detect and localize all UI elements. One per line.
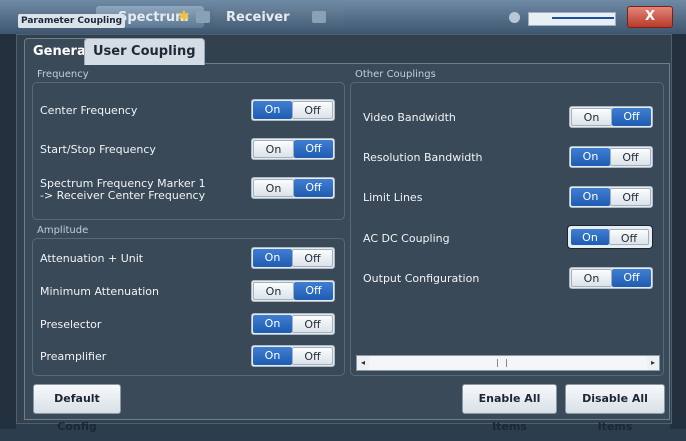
toggle-off[interactable]: Off (610, 188, 651, 206)
center-frequency-label: Center Frequency (40, 104, 138, 117)
toggle-on[interactable]: On (571, 108, 612, 126)
scroll-right-icon[interactable]: ▸ (647, 356, 659, 370)
spectrum-marker-label-line2: -> Receiver Center Frequency (40, 189, 206, 202)
tab-user-coupling[interactable]: User Coupling (84, 38, 205, 65)
preselector-toggle[interactable]: On Off (251, 313, 335, 335)
scroll-thumb[interactable] (497, 359, 507, 367)
toggle-off[interactable]: Off (292, 315, 333, 333)
output-configuration-toggle[interactable]: On Off (569, 267, 653, 289)
toggle-off[interactable]: Off (292, 249, 333, 267)
preselector-label: Preselector (40, 318, 102, 331)
minimum-attenuation-label: Minimum Attenuation (40, 285, 159, 298)
attenuation-unit-toggle[interactable]: On Off (251, 247, 335, 269)
star-icon: ✱ (178, 9, 190, 25)
resolution-bandwidth-label: Resolution Bandwidth (363, 151, 483, 164)
toggle-on[interactable]: On (571, 148, 610, 166)
close-button[interactable]: X (627, 6, 673, 28)
toggle-on[interactable]: On (253, 101, 292, 119)
toggle-off[interactable]: Off (292, 101, 333, 119)
attenuation-unit-label: Attenuation + Unit (40, 252, 144, 265)
slider-fill (552, 17, 614, 19)
background-right-edge (670, 34, 686, 429)
start-stop-frequency-label: Start/Stop Frequency (40, 143, 156, 156)
toggle-on[interactable]: On (571, 188, 610, 206)
frequency-group-title: Frequency (37, 69, 89, 80)
video-bandwidth-toggle[interactable]: On Off (569, 106, 653, 128)
ac-dc-coupling-label: AC DC Coupling (363, 232, 450, 245)
display-icon (509, 12, 520, 23)
output-configuration-label: Output Configuration (363, 272, 480, 285)
toggle-off[interactable]: Off (292, 347, 333, 365)
toggle-on[interactable]: On (571, 269, 612, 287)
amplitude-group-title: Amplitude (37, 225, 89, 236)
toggle-off[interactable]: Off (612, 108, 651, 126)
toggle-on[interactable]: On (571, 229, 609, 245)
other-couplings-group-title: Other Couplings (355, 69, 436, 80)
toggle-on[interactable]: On (253, 282, 294, 300)
limit-lines-label: Limit Lines (363, 191, 423, 204)
spectrum-marker-toggle[interactable]: On Off (251, 177, 335, 199)
preamplifier-toggle[interactable]: On Off (251, 345, 335, 367)
dialog-title: Parameter Coupling (18, 14, 126, 28)
toggle-off[interactable]: Off (610, 148, 651, 166)
horizontal-scrollbar[interactable]: ◂ ▸ (356, 355, 660, 371)
toggle-off[interactable]: Off (294, 282, 333, 300)
minimum-attenuation-toggle[interactable]: On Off (251, 280, 335, 302)
toggle-on[interactable]: On (253, 179, 294, 197)
toggle-off[interactable]: Off (294, 179, 333, 197)
scroll-left-icon[interactable]: ◂ (357, 356, 369, 370)
background-left-edge (0, 34, 16, 429)
default-config-button[interactable]: Default Config (33, 384, 121, 433)
disable-all-items-button[interactable]: Disable All Items (565, 384, 665, 433)
enable-all-items-button[interactable]: Enable All Items (462, 384, 557, 433)
preamplifier-label: Preamplifier (40, 350, 107, 363)
transparency-slider[interactable] (528, 12, 616, 26)
toggle-on[interactable]: On (253, 315, 292, 333)
video-bandwidth-label: Video Bandwidth (363, 111, 456, 124)
limit-lines-toggle[interactable]: On Off (569, 186, 653, 208)
center-frequency-toggle[interactable]: On Off (251, 99, 335, 121)
ac-dc-coupling-toggle[interactable]: On Off (568, 226, 652, 248)
tab-close-icon[interactable] (196, 11, 210, 23)
toggle-on[interactable]: On (253, 249, 292, 267)
resolution-bandwidth-toggle[interactable]: On Off (569, 146, 653, 168)
tab-close-icon[interactable] (312, 11, 326, 23)
toggle-off[interactable]: Off (294, 140, 333, 158)
toggle-on[interactable]: On (253, 347, 292, 365)
start-stop-frequency-toggle[interactable]: On Off (251, 138, 335, 160)
toggle-off[interactable]: Off (609, 229, 649, 245)
toggle-off[interactable]: Off (612, 269, 651, 287)
background-tab-receiver-label: Receiver (226, 10, 290, 25)
toggle-on[interactable]: On (253, 140, 294, 158)
